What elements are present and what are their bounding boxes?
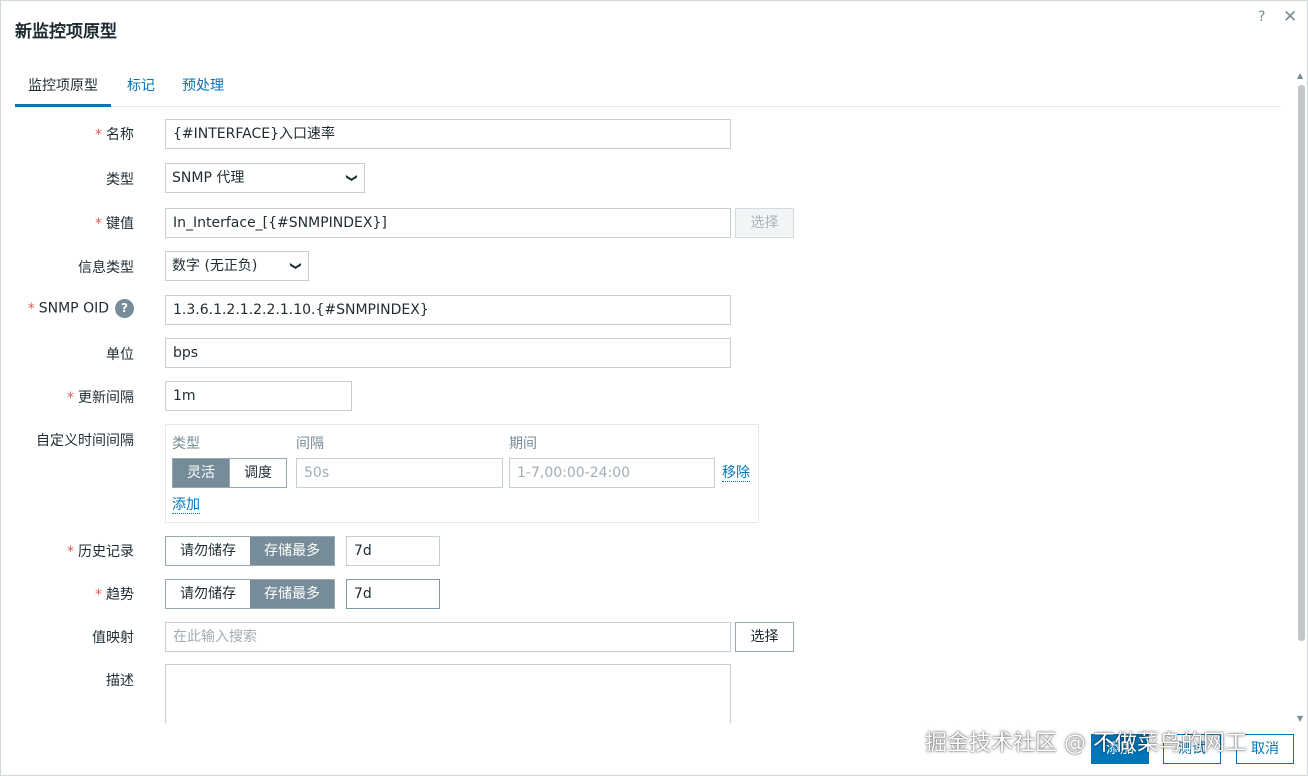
history-mode-toggle: 请勿储存 存储最多 [165, 536, 335, 566]
tab-bar: 监控项原型 标记 预处理 [15, 71, 1281, 107]
trends-input[interactable]: 7d [346, 579, 440, 609]
description-label: 描述 [106, 673, 134, 689]
cancel-button[interactable]: 取消 [1236, 734, 1294, 764]
tab-preprocessing[interactable]: 预处理 [182, 71, 224, 107]
interval-period-input[interactable]: 1-7,00:00-24:00 [509, 458, 715, 488]
history-label: * 历史记录 [67, 544, 134, 560]
valuemap-search-input[interactable]: 在此输入搜索 [165, 622, 731, 652]
interval-type-toggle: 灵活 调度 [172, 458, 287, 488]
close-icon[interactable]: ✕ [1283, 7, 1297, 27]
update-interval-input[interactable]: 1m [165, 381, 352, 411]
key-select-button[interactable]: 选择 [735, 208, 794, 238]
valuemap-select-button[interactable]: 选择 [735, 622, 794, 652]
trends-store-up-to[interactable]: 存储最多 [250, 580, 334, 608]
valuemap-label: 值映射 [92, 630, 134, 646]
vertical-scrollbar[interactable]: ▲ ▼ [1295, 71, 1307, 723]
tab-tags[interactable]: 标记 [127, 71, 155, 107]
history-do-not-store[interactable]: 请勿储存 [166, 537, 250, 565]
tab-item-prototype[interactable]: 监控项原型 [15, 71, 111, 107]
info-type-label: 信息类型 [78, 260, 134, 276]
history-input[interactable]: 7d [346, 536, 440, 566]
info-type-select[interactable]: 数字 (无正负) ❯ [165, 251, 309, 281]
scroll-up-icon[interactable]: ▲ [1297, 71, 1303, 80]
interval-delay-input[interactable]: 50s [296, 458, 503, 488]
snmp-oid-label: * SNMP OID? [28, 299, 134, 318]
add-button[interactable]: 添加 [1091, 734, 1149, 764]
col-interval-header: 间隔 [296, 436, 324, 452]
add-interval-link[interactable]: 添加 [172, 497, 200, 514]
history-store-up-to[interactable]: 存储最多 [250, 537, 334, 565]
units-input[interactable]: bps [165, 338, 731, 368]
chevron-down-icon: ❯ [345, 173, 359, 183]
test-button[interactable]: 测试 [1163, 734, 1221, 764]
snmp-oid-input[interactable]: 1.3.6.1.2.1.2.2.1.10.{#SNMPINDEX} [165, 295, 731, 325]
trends-do-not-store[interactable]: 请勿储存 [166, 580, 250, 608]
trends-label: * 趋势 [95, 587, 134, 603]
key-label: * 键值 [95, 216, 134, 232]
update-interval-label: * 更新间隔 [67, 390, 134, 406]
type-label: 类型 [106, 172, 134, 188]
toggle-flexible[interactable]: 灵活 [173, 459, 229, 487]
description-textarea[interactable] [165, 664, 731, 723]
item-prototype-dialog: 新监控项原型 ? ✕ 监控项原型 标记 预处理 ▲ ▼ * 名称 {#INTERF… [0, 0, 1308, 776]
scroll-thumb[interactable] [1298, 85, 1305, 641]
help-icon[interactable]: ? [1258, 9, 1265, 25]
dialog-title: 新监控项原型 [15, 22, 117, 42]
type-select[interactable]: SNMP 代理 ❯ [165, 163, 365, 193]
help-circle-icon[interactable]: ? [115, 299, 134, 318]
col-type-header: 类型 [172, 436, 200, 452]
custom-intervals-label: 自定义时间间隔 [36, 433, 134, 449]
toggle-scheduling[interactable]: 调度 [229, 459, 286, 487]
chevron-down-icon: ❯ [289, 261, 303, 271]
trends-mode-toggle: 请勿储存 存储最多 [165, 579, 335, 609]
col-period-header: 期间 [509, 436, 537, 452]
units-label: 单位 [106, 347, 134, 363]
scroll-down-icon[interactable]: ▼ [1297, 714, 1303, 723]
key-input[interactable]: In_Interface_[{#SNMPINDEX}] [165, 208, 731, 238]
name-input[interactable]: {#INTERFACE}入口速率 [165, 119, 731, 149]
form-content: * 名称 {#INTERFACE}入口速率 类型 SNMP 代理 ❯ * 键值 In_… [1, 107, 1291, 723]
remove-interval-link[interactable]: 移除 [722, 465, 750, 482]
name-label: * 名称 [95, 127, 134, 143]
